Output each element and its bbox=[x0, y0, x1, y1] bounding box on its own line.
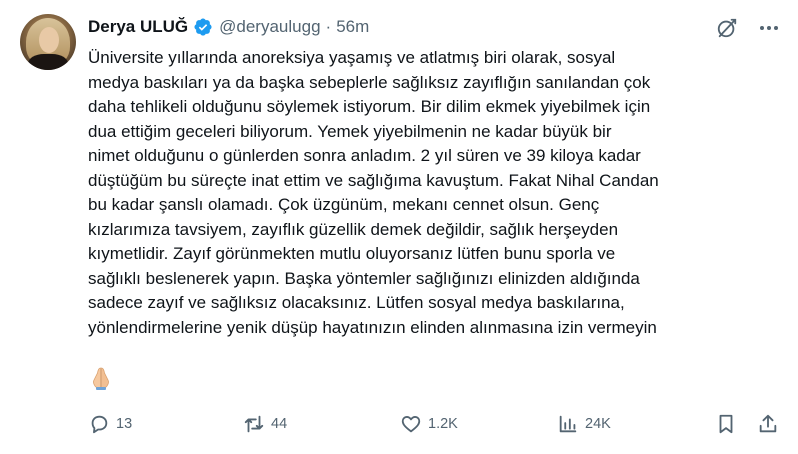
tweet-text-line: nimet olduğunu o günlerden sonra anladım… bbox=[88, 146, 641, 165]
timestamp[interactable]: 56m bbox=[336, 17, 369, 37]
avatar-face bbox=[39, 27, 59, 53]
tweet-text-line: medya baskıları ya da başka sebeplerle s… bbox=[88, 72, 651, 92]
repost-icon bbox=[244, 415, 264, 433]
tweet-text-line: Üniversite yıllarında anoreksiya yaşamış… bbox=[88, 48, 616, 67]
reply-icon bbox=[91, 415, 108, 434]
tweet-text-line: kıymetlidir. Zayıf görünmekten mutlu olu… bbox=[88, 244, 616, 263]
tweet-text-line: daha tehlikeli olduğunu söylemek istiyor… bbox=[88, 97, 651, 116]
like-icon bbox=[401, 416, 421, 433]
tweet-text-line: sağlıklı beslenerek yapın. Başka yönteml… bbox=[88, 268, 640, 288]
view-count: 24K bbox=[585, 416, 611, 432]
action-bar: 13 44 1.2K 24K bbox=[88, 410, 788, 438]
praying-hands-emoji bbox=[93, 367, 109, 390]
tweet-text-line: düştüğüm bu süreçte inat ettim ve sağlığ… bbox=[88, 170, 659, 190]
repost-button[interactable]: 44 bbox=[243, 410, 287, 438]
repost-count: 44 bbox=[271, 416, 288, 432]
views-button[interactable]: 24K bbox=[557, 410, 611, 438]
tweet-text-line: yönlendirmelerine yenik düşüp hayatınızı… bbox=[88, 317, 657, 337]
like-count: 1.2K bbox=[428, 416, 458, 432]
tweet-header: Derya ULUĞ @deryaulugg · 56m bbox=[88, 14, 369, 40]
bookmark-icon bbox=[719, 414, 733, 434]
reply-button[interactable]: 13 bbox=[88, 410, 132, 438]
author-name[interactable]: Derya ULUĞ bbox=[88, 17, 188, 37]
more-icon[interactable] bbox=[756, 17, 782, 39]
author-handle[interactable]: @deryaulugg bbox=[219, 17, 320, 37]
grok-icon[interactable] bbox=[716, 17, 738, 39]
tweet-text-line: bu kadar şanslı olamadı. Çok üzgünüm, me… bbox=[88, 195, 600, 214]
separator-dot: · bbox=[325, 17, 332, 36]
tweet-text: Üniversite yıllarında anoreksiya yaşamış… bbox=[88, 46, 788, 340]
share-icon bbox=[759, 414, 777, 433]
bookmark-button[interactable] bbox=[715, 410, 737, 438]
views-icon bbox=[559, 415, 577, 433]
avatar[interactable] bbox=[20, 14, 76, 70]
reply-count: 13 bbox=[116, 416, 133, 432]
share-button[interactable] bbox=[757, 410, 779, 438]
verified-badge-icon bbox=[194, 18, 212, 36]
like-button[interactable]: 1.2K bbox=[400, 410, 458, 438]
tweet-text-line: kızlarımıza tavsiyem, zayıflık güzellik … bbox=[88, 219, 619, 239]
tweet-text-line: sadece zayıf ve sağlıksız olacaksınız. L… bbox=[88, 293, 625, 312]
tweet-text-line: dua ettiğim geceleri biliyorum. Yemek yi… bbox=[88, 121, 612, 141]
avatar-body bbox=[28, 54, 68, 70]
